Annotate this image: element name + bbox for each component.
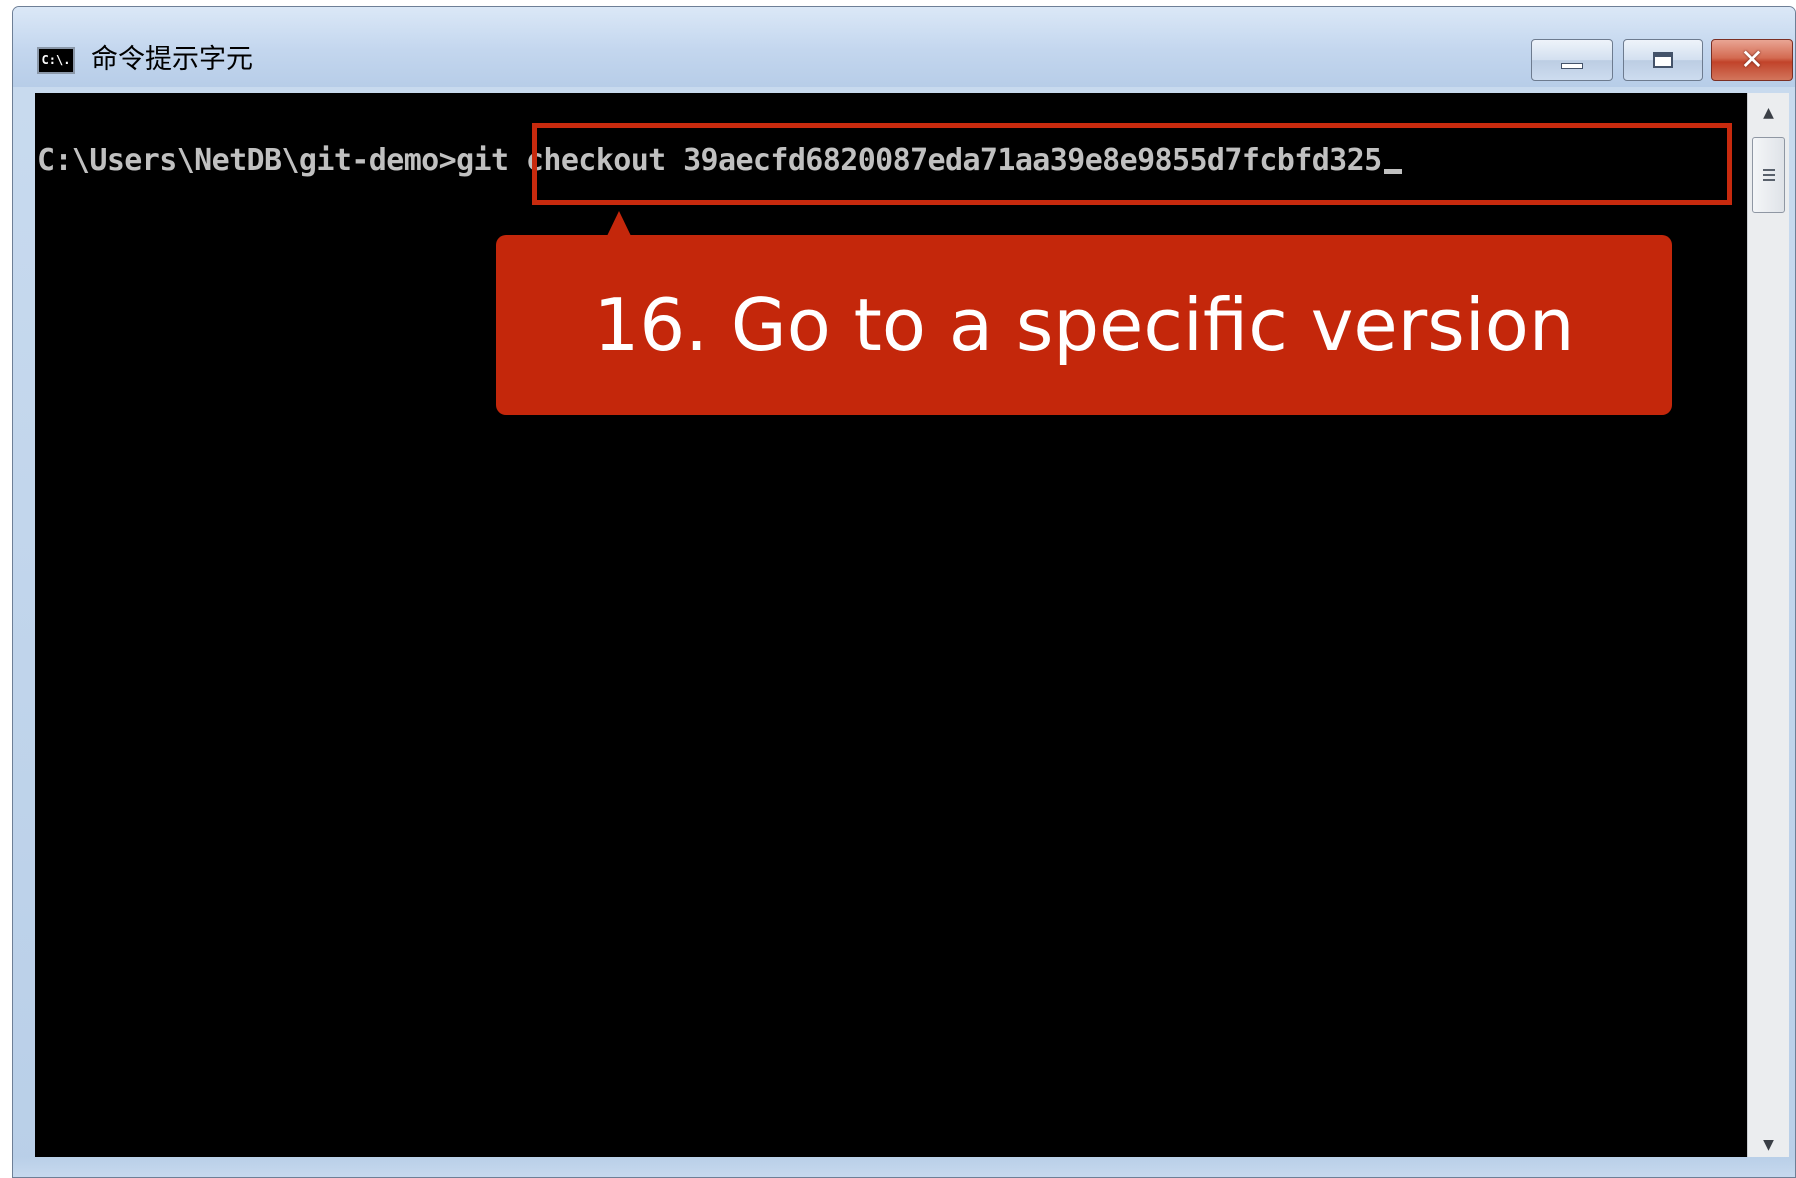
- maximize-button[interactable]: [1623, 39, 1703, 81]
- scroll-up-arrow-icon[interactable]: ▲: [1748, 93, 1789, 133]
- minimize-icon: [1561, 63, 1583, 69]
- title-bar[interactable]: C:\. 命令提示字元 ✕: [13, 7, 1795, 87]
- console-output-area[interactable]: C:\Users\NetDB\git-demo>git checkout 39a…: [35, 93, 1747, 1165]
- callout-pointer: [607, 211, 631, 236]
- console-app-icon: C:\.: [37, 47, 75, 74]
- maximize-icon: [1653, 52, 1673, 68]
- console-prompt: C:\Users\NetDB\git-demo>: [37, 143, 457, 178]
- close-icon: ✕: [1740, 43, 1764, 76]
- command-highlight-box: [532, 123, 1732, 205]
- grip-icon: [1762, 168, 1775, 182]
- vertical-scrollbar[interactable]: ▲ ▼: [1747, 93, 1789, 1165]
- close-button[interactable]: ✕: [1711, 39, 1793, 81]
- minimize-button[interactable]: [1531, 39, 1613, 81]
- scroll-thumb[interactable]: [1752, 137, 1785, 213]
- window-bottom-frame: [13, 1157, 1795, 1177]
- annotation-callout: 16. Go to a specific version: [496, 235, 1672, 415]
- window-title: 命令提示字元: [91, 44, 253, 75]
- command-prompt-window: C:\. 命令提示字元 ✕ C:\Users\NetDB\git-demo>gi…: [12, 6, 1796, 1178]
